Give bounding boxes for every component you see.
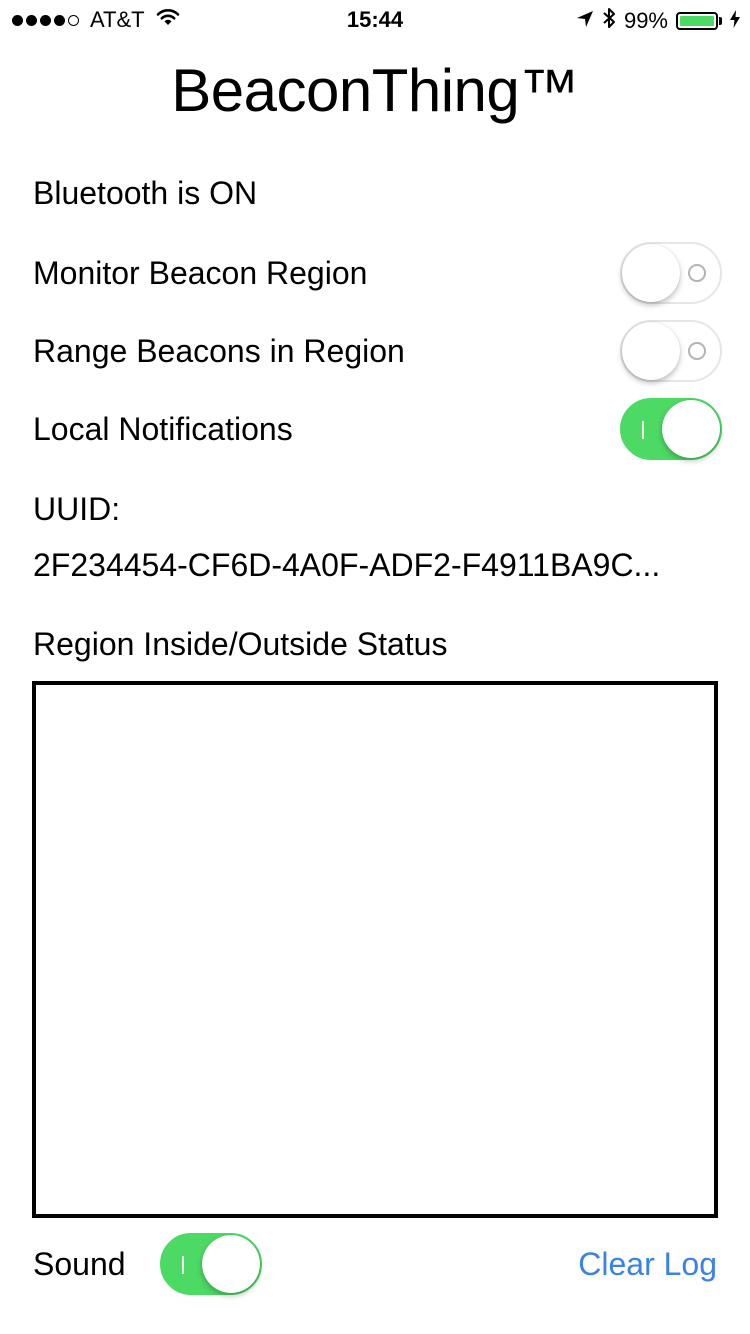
local-notifications-label: Local Notifications — [33, 411, 293, 447]
app-title: BeaconThing™ — [171, 57, 579, 124]
battery-tip — [719, 17, 722, 25]
status-bar: AT&T 15:44 99% — [0, 0, 750, 40]
battery-fill — [680, 16, 714, 26]
monitor-beacon-region-label: Monitor Beacon Region — [33, 255, 368, 291]
monitor-beacon-region-toggle[interactable] — [620, 242, 722, 304]
toggle-knob — [202, 1235, 260, 1293]
bluetooth-status-label: Bluetooth is ON — [33, 175, 258, 211]
toggle-on-indicator — [182, 1256, 184, 1274]
toggle-off-indicator — [688, 342, 706, 360]
charging-bolt-icon — [730, 8, 740, 34]
status-bar-right: 99% — [568, 7, 740, 35]
toggle-knob — [622, 322, 680, 380]
uuid-label: UUID: — [33, 491, 121, 527]
sound-toggle[interactable] — [160, 1233, 262, 1295]
range-beacons-label: Range Beacons in Region — [33, 333, 405, 369]
region-status-log[interactable] — [32, 681, 718, 1218]
uuid-value: 2F234454-CF6D-4A0F-ADF2-F4911BA9C... — [33, 547, 661, 583]
sound-label: Sound — [33, 1246, 126, 1282]
clear-log-button[interactable]: Clear Log — [578, 1246, 717, 1283]
toggle-knob — [622, 244, 680, 302]
toggle-knob — [662, 400, 720, 458]
toggle-on-indicator — [642, 421, 644, 439]
bluetooth-icon — [602, 7, 616, 35]
toggle-off-indicator — [688, 264, 706, 282]
local-notifications-toggle[interactable] — [620, 398, 722, 460]
region-status-label: Region Inside/Outside Status — [33, 626, 448, 662]
location-arrow-icon — [576, 8, 594, 34]
range-beacons-toggle[interactable] — [620, 320, 722, 382]
battery-icon — [676, 12, 718, 30]
battery-percent: 99% — [623, 8, 668, 33]
